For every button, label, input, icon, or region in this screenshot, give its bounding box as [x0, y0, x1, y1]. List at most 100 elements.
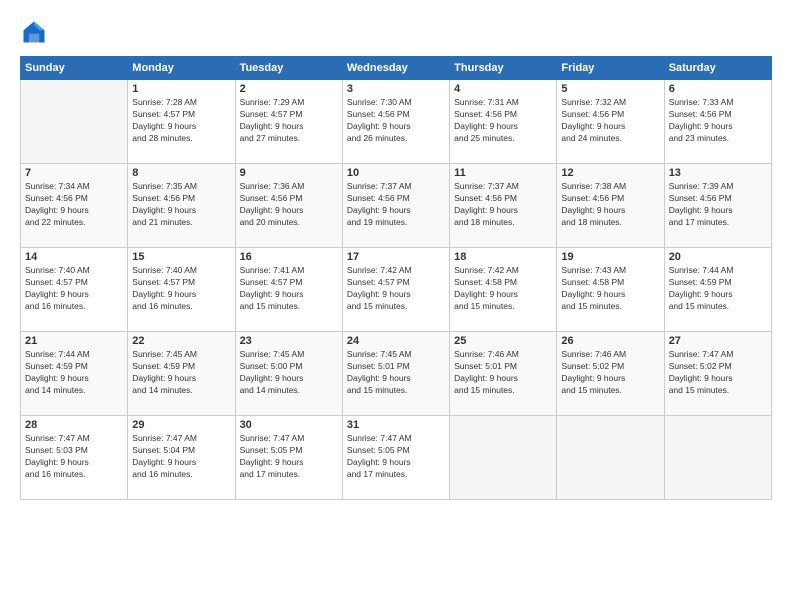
calendar-cell — [21, 80, 128, 164]
day-number: 31 — [347, 419, 445, 431]
day-info: Sunrise: 7:40 AM Sunset: 4:57 PM Dayligh… — [132, 265, 230, 313]
day-number: 2 — [240, 83, 338, 95]
calendar-cell: 28 Sunrise: 7:47 AM Sunset: 5:03 PM Dayli… — [21, 416, 128, 500]
calendar-cell: 2 Sunrise: 7:29 AM Sunset: 4:57 PM Daylig… — [235, 80, 342, 164]
calendar-cell — [664, 416, 771, 500]
day-number: 8 — [132, 167, 230, 179]
day-number: 30 — [240, 419, 338, 431]
day-number: 15 — [132, 251, 230, 263]
calendar-cell: 11 Sunrise: 7:37 AM Sunset: 4:56 PM Dayli… — [450, 164, 557, 248]
day-number: 16 — [240, 251, 338, 263]
day-number: 28 — [25, 419, 123, 431]
calendar-cell: 18 Sunrise: 7:42 AM Sunset: 4:58 PM Dayli… — [450, 248, 557, 332]
calendar-cell: 4Sunrise: 7:31 AM Sunset: 4:56 PM Daylig… — [450, 80, 557, 164]
day-number: 18 — [454, 251, 552, 263]
calendar-cell: 27 Sunrise: 7:47 AM Sunset: 5:02 PM Dayli… — [664, 332, 771, 416]
calendar-cell: 1Sunrise: 7:28 AM Sunset: 4:57 PM Daylig… — [128, 80, 235, 164]
day-number: 7 — [25, 167, 123, 179]
day-info: Sunrise: 7:45 AM Sunset: 5:00 PM Dayligh… — [240, 349, 338, 397]
calendar-cell: 19Sunrise: 7:43 AM Sunset: 4:58 PM Dayli… — [557, 248, 664, 332]
day-info: Sunrise: 7:37 AM Sunset: 4:56 PM Dayligh… — [347, 181, 445, 229]
weekday-header-sunday: Sunday — [21, 57, 128, 80]
header — [20, 18, 772, 46]
calendar-cell: 31 Sunrise: 7:47 AM Sunset: 5:05 PM Dayli… — [342, 416, 449, 500]
day-info: Sunrise: 7:44 AM Sunset: 4:59 PM Dayligh… — [25, 349, 123, 397]
calendar-cell: 21 Sunrise: 7:44 AM Sunset: 4:59 PM Dayli… — [21, 332, 128, 416]
day-info: Sunrise: 7:32 AM Sunset: 4:56 PM Dayligh… — [561, 97, 659, 145]
calendar-cell: 26 Sunrise: 7:46 AM Sunset: 5:02 PM Dayli… — [557, 332, 664, 416]
logo-icon — [20, 18, 48, 46]
day-info: Sunrise: 7:42 AM Sunset: 4:58 PM Dayligh… — [454, 265, 552, 313]
calendar-cell: 6 Sunrise: 7:33 AM Sunset: 4:56 PM Daylig… — [664, 80, 771, 164]
day-number: 20 — [669, 251, 767, 263]
weekday-header-friday: Friday — [557, 57, 664, 80]
day-number: 10 — [347, 167, 445, 179]
day-number: 19 — [561, 251, 659, 263]
calendar-cell: 8 Sunrise: 7:35 AM Sunset: 4:56 PM Daylig… — [128, 164, 235, 248]
page: SundayMondayTuesdayWednesdayThursdayFrid… — [0, 0, 792, 612]
day-number: 17 — [347, 251, 445, 263]
day-number: 22 — [132, 335, 230, 347]
day-info: Sunrise: 7:38 AM Sunset: 4:56 PM Dayligh… — [561, 181, 659, 229]
calendar-cell — [450, 416, 557, 500]
day-number: 25 — [454, 335, 552, 347]
day-number: 11 — [454, 167, 552, 179]
weekday-header-tuesday: Tuesday — [235, 57, 342, 80]
calendar-week-row: 21 Sunrise: 7:44 AM Sunset: 4:59 PM Dayli… — [21, 332, 772, 416]
day-info: Sunrise: 7:47 AM Sunset: 5:05 PM Dayligh… — [240, 433, 338, 481]
day-info: Sunrise: 7:37 AM Sunset: 4:56 PM Dayligh… — [454, 181, 552, 229]
day-info: Sunrise: 7:42 AM Sunset: 4:57 PM Dayligh… — [347, 265, 445, 313]
day-info: Sunrise: 7:33 AM Sunset: 4:56 PM Dayligh… — [669, 97, 767, 145]
calendar-cell — [557, 416, 664, 500]
day-number: 6 — [669, 83, 767, 95]
day-number: 1 — [132, 83, 230, 95]
calendar-week-row: 1Sunrise: 7:28 AM Sunset: 4:57 PM Daylig… — [21, 80, 772, 164]
calendar-cell: 16Sunrise: 7:41 AM Sunset: 4:57 PM Dayli… — [235, 248, 342, 332]
calendar-cell: 14 Sunrise: 7:40 AM Sunset: 4:57 PM Dayli… — [21, 248, 128, 332]
calendar-cell: 20Sunrise: 7:44 AM Sunset: 4:59 PM Dayli… — [664, 248, 771, 332]
calendar-cell: 12 Sunrise: 7:38 AM Sunset: 4:56 PM Dayli… — [557, 164, 664, 248]
day-info: Sunrise: 7:47 AM Sunset: 5:04 PM Dayligh… — [132, 433, 230, 481]
day-info: Sunrise: 7:29 AM Sunset: 4:57 PM Dayligh… — [240, 97, 338, 145]
weekday-header-wednesday: Wednesday — [342, 57, 449, 80]
day-info: Sunrise: 7:45 AM Sunset: 5:01 PM Dayligh… — [347, 349, 445, 397]
calendar-cell: 17 Sunrise: 7:42 AM Sunset: 4:57 PM Dayli… — [342, 248, 449, 332]
calendar-cell: 30 Sunrise: 7:47 AM Sunset: 5:05 PM Dayli… — [235, 416, 342, 500]
day-info: Sunrise: 7:35 AM Sunset: 4:56 PM Dayligh… — [132, 181, 230, 229]
calendar-cell: 3 Sunrise: 7:30 AM Sunset: 4:56 PM Daylig… — [342, 80, 449, 164]
day-info: Sunrise: 7:34 AM Sunset: 4:56 PM Dayligh… — [25, 181, 123, 229]
day-info: Sunrise: 7:39 AM Sunset: 4:56 PM Dayligh… — [669, 181, 767, 229]
calendar-cell: 7 Sunrise: 7:34 AM Sunset: 4:56 PM Daylig… — [21, 164, 128, 248]
day-number: 27 — [669, 335, 767, 347]
day-number: 24 — [347, 335, 445, 347]
calendar-table: SundayMondayTuesdayWednesdayThursdayFrid… — [20, 56, 772, 500]
day-info: Sunrise: 7:47 AM Sunset: 5:05 PM Dayligh… — [347, 433, 445, 481]
calendar-cell: 24 Sunrise: 7:45 AM Sunset: 5:01 PM Dayli… — [342, 332, 449, 416]
day-number: 9 — [240, 167, 338, 179]
day-number: 21 — [25, 335, 123, 347]
calendar-cell: 13Sunrise: 7:39 AM Sunset: 4:56 PM Dayli… — [664, 164, 771, 248]
logo — [20, 18, 52, 46]
day-info: Sunrise: 7:45 AM Sunset: 4:59 PM Dayligh… — [132, 349, 230, 397]
weekday-header-saturday: Saturday — [664, 57, 771, 80]
calendar-cell: 22 Sunrise: 7:45 AM Sunset: 4:59 PM Dayli… — [128, 332, 235, 416]
day-number: 23 — [240, 335, 338, 347]
day-info: Sunrise: 7:47 AM Sunset: 5:02 PM Dayligh… — [669, 349, 767, 397]
day-number: 14 — [25, 251, 123, 263]
day-info: Sunrise: 7:31 AM Sunset: 4:56 PM Dayligh… — [454, 97, 552, 145]
calendar-cell: 9 Sunrise: 7:36 AM Sunset: 4:56 PM Daylig… — [235, 164, 342, 248]
day-info: Sunrise: 7:40 AM Sunset: 4:57 PM Dayligh… — [25, 265, 123, 313]
weekday-header-thursday: Thursday — [450, 57, 557, 80]
calendar-week-row: 28 Sunrise: 7:47 AM Sunset: 5:03 PM Dayli… — [21, 416, 772, 500]
calendar-week-row: 14 Sunrise: 7:40 AM Sunset: 4:57 PM Dayli… — [21, 248, 772, 332]
day-info: Sunrise: 7:36 AM Sunset: 4:56 PM Dayligh… — [240, 181, 338, 229]
day-info: Sunrise: 7:46 AM Sunset: 5:01 PM Dayligh… — [454, 349, 552, 397]
calendar-week-row: 7 Sunrise: 7:34 AM Sunset: 4:56 PM Daylig… — [21, 164, 772, 248]
day-info: Sunrise: 7:30 AM Sunset: 4:56 PM Dayligh… — [347, 97, 445, 145]
day-number: 26 — [561, 335, 659, 347]
weekday-header-monday: Monday — [128, 57, 235, 80]
day-number: 3 — [347, 83, 445, 95]
day-number: 12 — [561, 167, 659, 179]
day-info: Sunrise: 7:47 AM Sunset: 5:03 PM Dayligh… — [25, 433, 123, 481]
day-info: Sunrise: 7:46 AM Sunset: 5:02 PM Dayligh… — [561, 349, 659, 397]
